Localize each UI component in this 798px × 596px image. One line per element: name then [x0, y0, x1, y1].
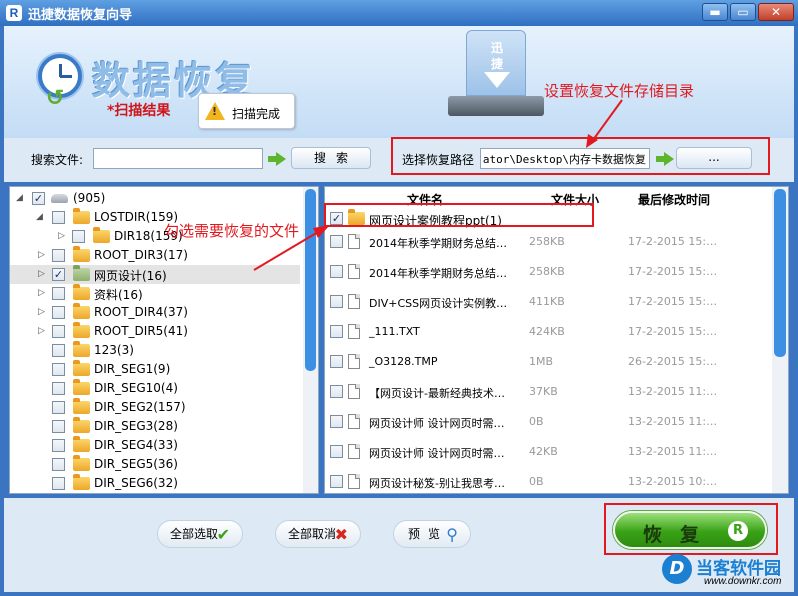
annotation-select-files: 勾选需要恢复的文件 — [164, 222, 300, 240]
annotation-set-directory: 设置恢复文件存储目录 — [544, 82, 695, 100]
app-window: R 迅捷数据恢复向导 ▬ ▭ ✕ ↺ 数据恢复 *扫描结果 ! 扫描完成 迅捷 … — [0, 0, 798, 596]
annotation-arrowhead-file — [313, 225, 330, 238]
watermark: D 当客软件园 www.downkr.com — [652, 552, 798, 596]
annotation-arrow-path — [592, 99, 623, 141]
watermark-logo-icon: D — [662, 554, 692, 584]
watermark-url: www.downkr.com — [704, 576, 782, 587]
